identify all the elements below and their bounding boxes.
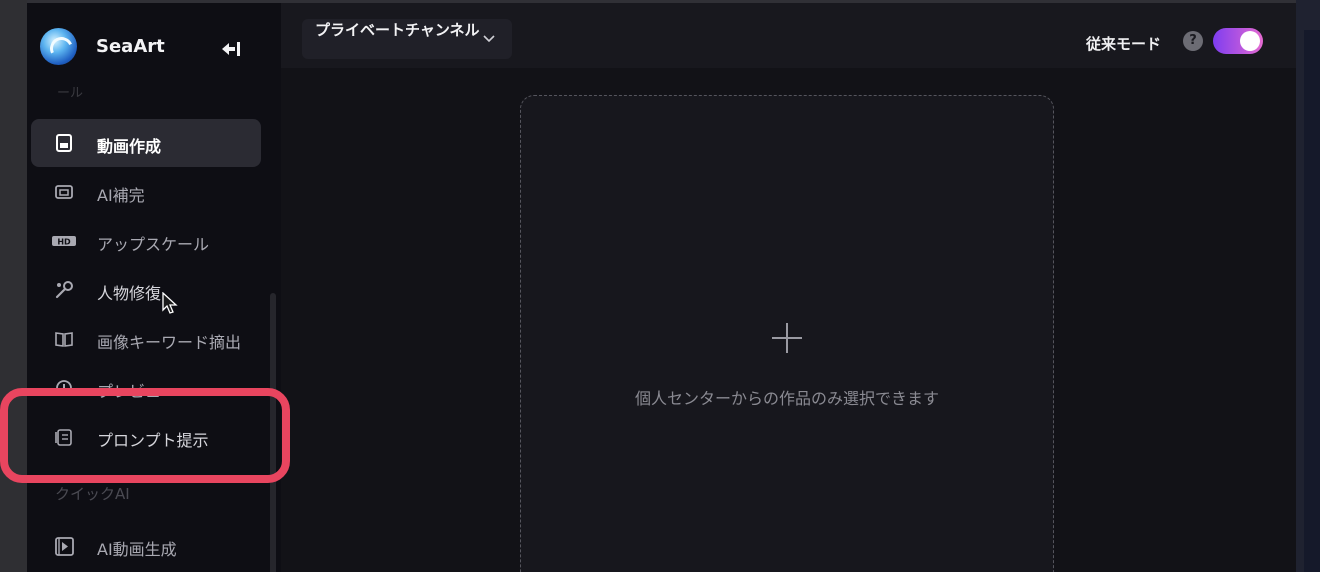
svg-text:HD: HD bbox=[57, 238, 71, 247]
sidebar-item-label: アップスケール bbox=[97, 235, 210, 254]
image-fill-icon bbox=[55, 185, 73, 199]
video-play-icon bbox=[55, 537, 74, 556]
sidebar-item-ai-fill[interactable]: AI補完 bbox=[31, 168, 261, 216]
highlight-annotation bbox=[0, 388, 290, 483]
sidebar-item-label: 人物修復 bbox=[97, 284, 162, 303]
wrench-repair-icon bbox=[55, 281, 73, 299]
sidebar-item-ai-video[interactable]: AI動画生成 bbox=[31, 522, 261, 570]
legacy-mode-label: 従来モード bbox=[1086, 35, 1162, 53]
brand-name: SeaArt bbox=[96, 36, 165, 57]
sidebar-item-label: AI動画生成 bbox=[97, 540, 177, 559]
legacy-mode-toggle[interactable] bbox=[1213, 28, 1263, 54]
sidebar-item-keyword-extract[interactable]: 画像キーワード摘出 bbox=[31, 315, 261, 363]
section-title-quick-ai: クイックAI bbox=[55, 485, 130, 503]
sidebar-item-label: 画像キーワード摘出 bbox=[97, 333, 242, 352]
sidebar-item-label: 動画作成 bbox=[97, 137, 162, 156]
seaart-logo-icon[interactable] bbox=[40, 28, 77, 65]
right-panel-edge bbox=[1296, 0, 1320, 572]
faded-section-label: ール bbox=[57, 86, 84, 101]
window-edge bbox=[0, 0, 27, 572]
chevron-down-icon bbox=[483, 35, 495, 43]
video-edit-icon bbox=[56, 134, 72, 152]
app-window: SeaArt ール 動画作成 AI補完 HD アップスケール 人物修復 画像キー… bbox=[0, 0, 1320, 572]
sidebar-item-upscale[interactable]: HD アップスケール bbox=[31, 217, 261, 265]
mouse-cursor-icon bbox=[162, 292, 178, 314]
book-keyword-icon bbox=[55, 332, 73, 347]
header-bar: プライベートチャンネル 従来モード ? bbox=[281, 0, 1296, 68]
upload-dropzone[interactable]: 個人センターからの作品のみ選択できます bbox=[520, 95, 1054, 572]
channel-dropdown[interactable]: プライベートチャンネル bbox=[302, 19, 512, 59]
sidebar: SeaArt ール 動画作成 AI補完 HD アップスケール 人物修復 画像キー… bbox=[27, 0, 281, 572]
toggle-knob bbox=[1240, 31, 1260, 51]
plus-icon bbox=[772, 323, 802, 353]
hd-upscale-icon: HD bbox=[52, 236, 76, 247]
sidebar-item-label: AI補完 bbox=[97, 186, 145, 205]
upload-hint-text: 個人センターからの作品のみ選択できます bbox=[634, 389, 939, 408]
sidebar-item-video-create[interactable]: 動画作成 bbox=[31, 119, 261, 167]
channel-label: プライベートチャンネル bbox=[315, 21, 480, 39]
collapse-sidebar-icon[interactable] bbox=[220, 39, 242, 59]
sidebar-item-face-repair[interactable]: 人物修復 bbox=[31, 266, 261, 314]
help-icon[interactable]: ? bbox=[1183, 31, 1203, 51]
